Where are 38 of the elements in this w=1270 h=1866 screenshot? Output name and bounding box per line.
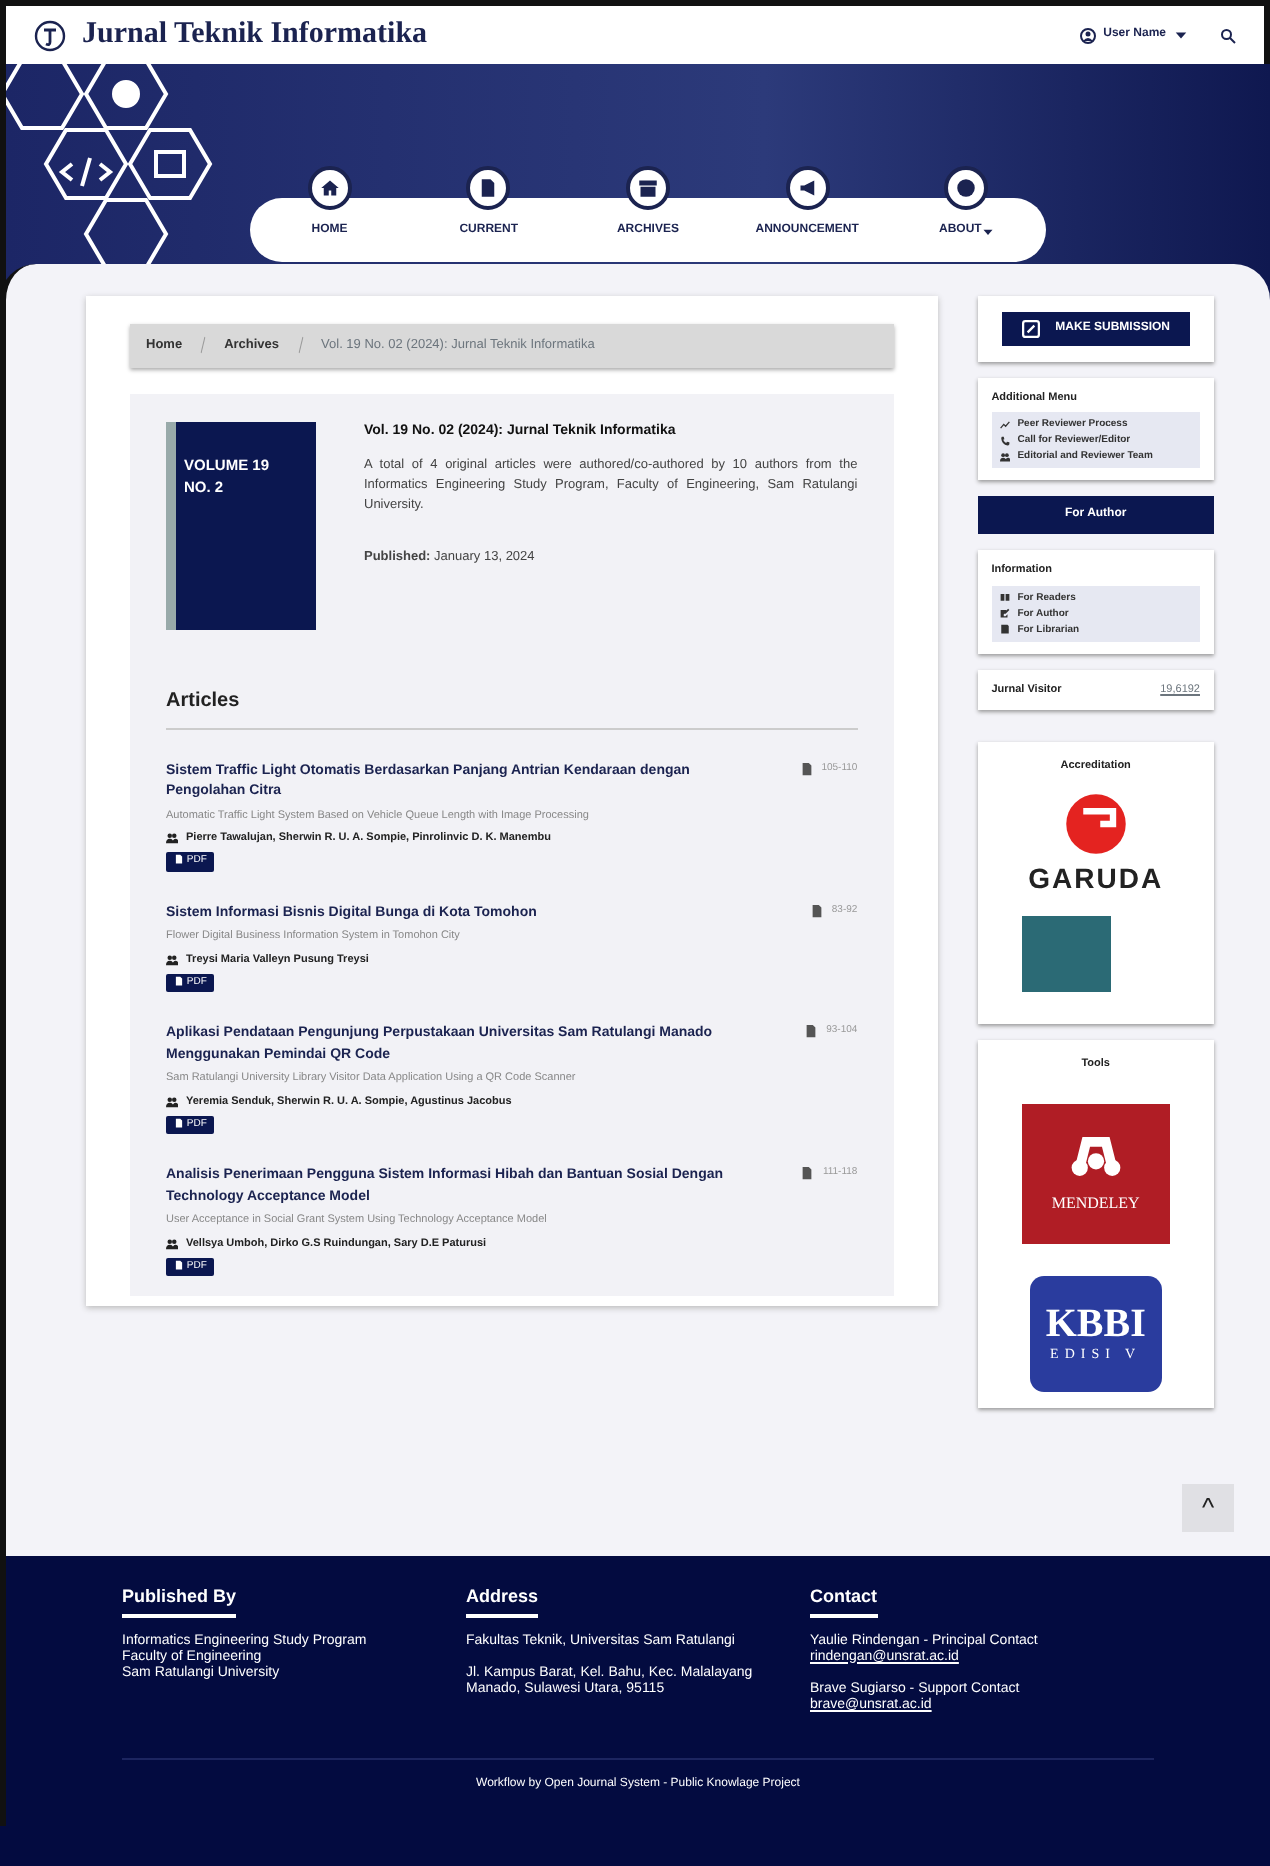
mendeley-logo[interactable]: MENDELEY	[1021, 1104, 1170, 1245]
garuda-logo-text: GARUDA	[1028, 860, 1164, 898]
site-title[interactable]: Jurnal Teknik Informatika	[82, 12, 428, 58]
section-heading: Articles	[166, 685, 858, 730]
archive-icon	[637, 178, 658, 198]
document-icon	[799, 761, 814, 776]
document-icon	[174, 975, 184, 986]
people-icon	[166, 1237, 178, 1250]
caret-icon	[981, 225, 994, 237]
document-icon	[809, 903, 824, 918]
people-icon	[166, 953, 178, 966]
footer-heading: Contact	[810, 1584, 877, 1617]
back-to-top-button[interactable]: ^	[1182, 1484, 1234, 1532]
caret-icon	[1174, 28, 1188, 42]
document-icon	[804, 1024, 819, 1039]
edit-icon	[999, 608, 1010, 618]
breadcrumb-separator-icon	[295, 336, 306, 354]
people-icon	[999, 451, 1010, 462]
people-icon	[166, 832, 178, 845]
user-icon	[1079, 27, 1096, 43]
breadcrumb-separator-icon	[198, 336, 209, 354]
search-button[interactable]	[1220, 27, 1236, 43]
garuda-logo-icon	[1061, 790, 1130, 858]
document-icon	[174, 1259, 184, 1270]
footer-heading: Address	[466, 1584, 539, 1617]
edit-icon	[1021, 320, 1040, 338]
mendeley-logo-text: MENDELEY	[1051, 1192, 1140, 1217]
document-icon	[174, 854, 184, 865]
home-icon	[319, 178, 340, 198]
footer-heading: Published By	[122, 1584, 237, 1617]
document-icon	[800, 1166, 815, 1181]
journal-logo-icon	[34, 19, 66, 51]
trend-icon	[999, 419, 1010, 430]
document-icon	[174, 1117, 184, 1128]
kbbi-logo-text: KBBI	[1045, 1304, 1146, 1344]
search-icon	[1220, 27, 1236, 43]
people-icon	[166, 1095, 178, 1108]
phone-icon	[999, 435, 1010, 446]
